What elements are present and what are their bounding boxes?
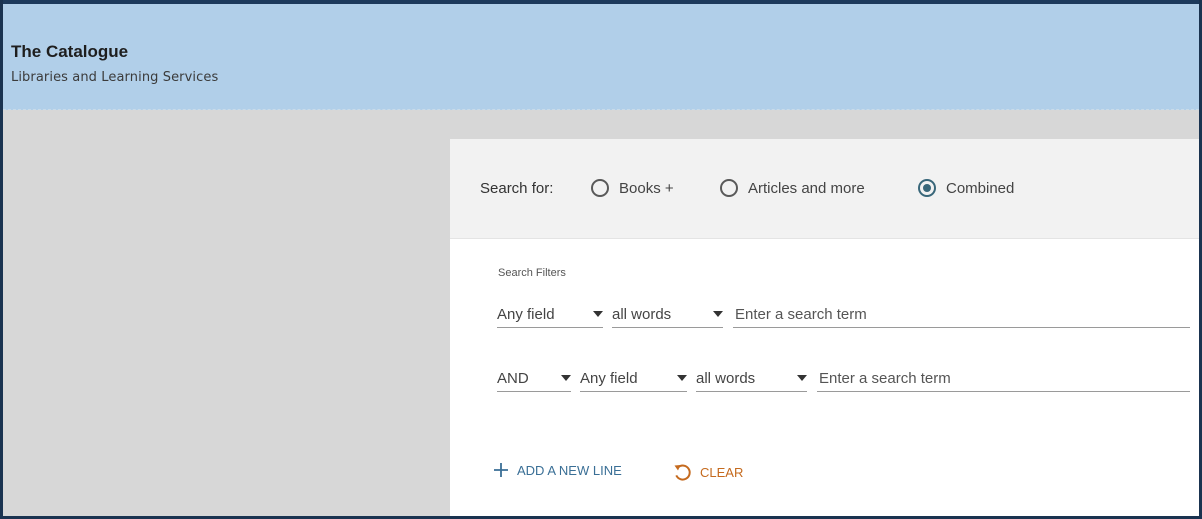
site-title[interactable]: The Catalogue <box>11 42 128 62</box>
caret-down-icon <box>713 311 723 317</box>
add-new-line-button[interactable]: ADD A NEW LINE <box>493 462 622 478</box>
site-header: The Catalogue Libraries and Learning Ser… <box>3 4 1199 110</box>
field-select-value: Any field <box>580 370 638 387</box>
search-term-input[interactable] <box>817 366 1190 392</box>
scope-radio-articles[interactable]: Articles and more <box>720 177 865 199</box>
precision-select-value: all words <box>696 370 756 387</box>
caret-down-icon <box>561 375 571 381</box>
caret-down-icon <box>593 311 603 317</box>
scope-radio-label: Combined <box>946 179 1015 197</box>
scope-radio-combined[interactable]: Combined <box>918 177 1014 199</box>
search-scope-bar: Search for: Books + Articles and more Co… <box>450 139 1199 239</box>
reset-icon <box>674 464 691 481</box>
advanced-search-panel: Search for: Books + Articles and more Co… <box>450 139 1199 516</box>
radio-button-icon[interactable] <box>591 179 609 197</box>
field-select[interactable]: Any field <box>497 302 603 328</box>
clear-button[interactable]: CLEAR <box>672 462 743 482</box>
field-select-value: Any field <box>497 306 555 323</box>
radio-button-icon[interactable] <box>720 179 738 197</box>
scope-radio-books[interactable]: Books + <box>591 177 674 199</box>
clear-label: CLEAR <box>700 464 744 480</box>
plus-icon <box>494 463 508 477</box>
precision-select-value: all words <box>612 306 672 323</box>
search-for-label: Search for: <box>480 180 554 197</box>
scope-radio-label: Articles and more <box>748 179 865 197</box>
precision-select[interactable]: all words <box>612 302 723 328</box>
operator-select[interactable]: AND <box>497 366 571 392</box>
field-select[interactable]: Any field <box>580 366 687 392</box>
radio-dot <box>923 184 931 192</box>
operator-select-value: AND <box>497 370 529 387</box>
site-subtitle: Libraries and Learning Services <box>11 70 219 85</box>
app-window: The Catalogue Libraries and Learning Ser… <box>3 0 1199 516</box>
search-filters-label: Search Filters <box>498 267 566 279</box>
caret-down-icon <box>677 375 687 381</box>
caret-down-icon <box>797 375 807 381</box>
scope-radio-label: Books + <box>619 179 674 197</box>
precision-select[interactable]: all words <box>696 366 807 392</box>
radio-selected-icon[interactable] <box>918 179 936 197</box>
search-term-input[interactable] <box>733 302 1190 328</box>
add-new-line-label: ADD A NEW LINE <box>517 462 622 478</box>
